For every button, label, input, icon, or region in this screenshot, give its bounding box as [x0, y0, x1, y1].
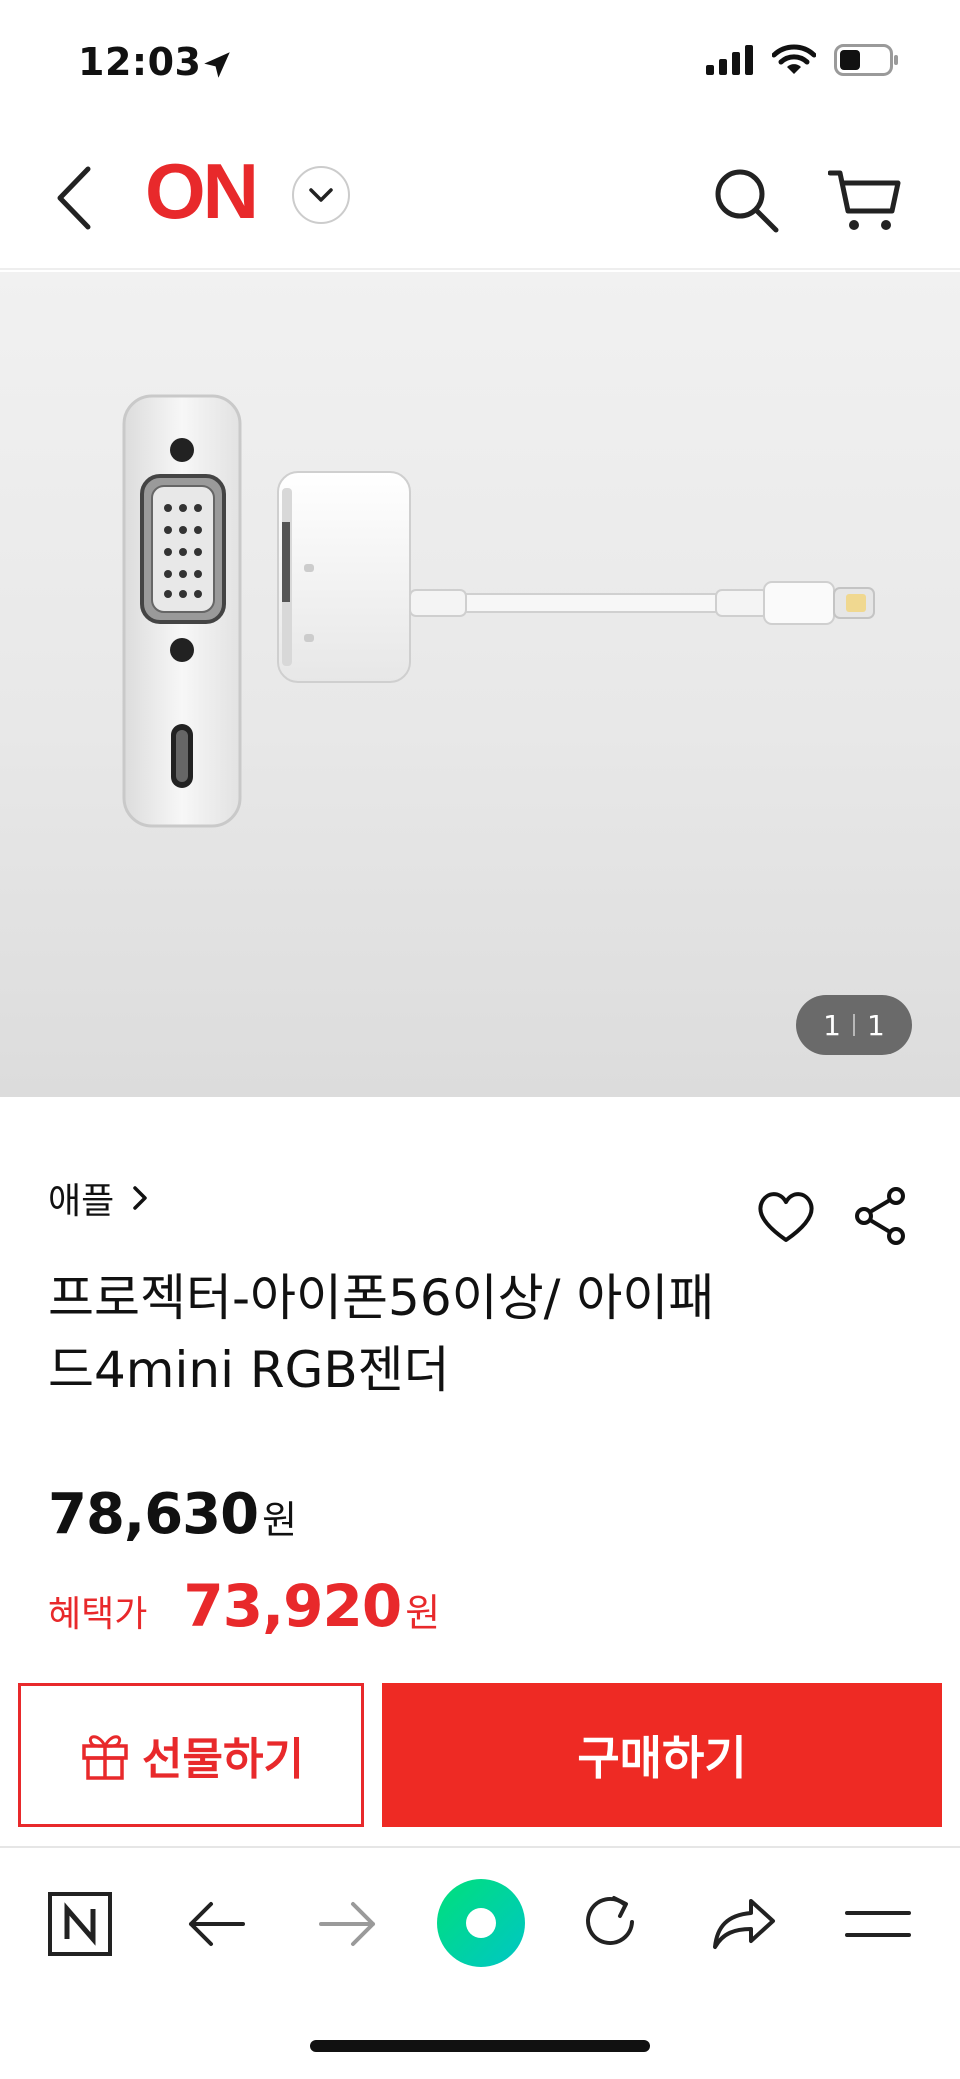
reload-button[interactable] — [572, 1886, 648, 1962]
browser-toolbar — [0, 1846, 960, 1996]
status-bar: 12:03 — [0, 0, 960, 130]
brand-link[interactable]: 애플 — [48, 1172, 148, 1224]
share-page-button[interactable] — [706, 1886, 782, 1962]
mall-switch-button[interactable] — [292, 166, 350, 224]
wifi-icon — [772, 44, 816, 74]
image-counter-current: 1 — [823, 1008, 841, 1042]
benefit-price: 혜택가 73,920 원 — [48, 1572, 440, 1640]
menu-icon — [845, 1911, 911, 1937]
reload-icon — [586, 1896, 634, 1945]
image-counter-separator — [853, 1014, 855, 1036]
original-price-unit: 원 — [262, 1498, 298, 1542]
app-header: ON — [0, 130, 960, 270]
product-image-gallery[interactable]: 1 1 — [0, 272, 960, 1097]
product-title: 프로젝터-아이폰56이상/ 아이패드4mini RGB젠더 — [48, 1269, 715, 1399]
naver-home-button[interactable] — [42, 1886, 118, 1962]
back-button[interactable] — [44, 158, 104, 238]
chevron-right-icon — [133, 1186, 147, 1210]
share-icon[interactable] — [852, 1186, 908, 1246]
home-indicator[interactable] — [310, 2040, 650, 2052]
share-arrow-icon — [713, 1899, 775, 1949]
cart-icon — [828, 170, 901, 230]
location-icon — [204, 52, 230, 78]
status-time: 12:03 — [78, 40, 202, 84]
brand-name: 애플 — [48, 1181, 115, 1222]
browser-menu-button[interactable] — [840, 1886, 916, 1962]
search-button[interactable] — [706, 160, 786, 240]
back-arrow-icon — [189, 1902, 245, 1946]
back-icon — [57, 166, 91, 230]
benefit-price-unit: 원 — [405, 1591, 441, 1635]
image-counter: 1 1 — [796, 995, 912, 1055]
cart-button[interactable] — [820, 160, 910, 240]
battery-icon — [834, 44, 898, 76]
status-indicators — [706, 44, 900, 76]
product-image — [122, 394, 875, 828]
benefit-price-value: 73,920 — [183, 1572, 402, 1640]
green-dot-icon — [437, 1879, 525, 1967]
gift-icon — [82, 1735, 128, 1780]
original-price-value: 78,630 — [48, 1482, 259, 1547]
search-icon — [715, 169, 779, 233]
buy-button-label: 구매하기 — [577, 1731, 747, 1785]
image-counter-total: 1 — [867, 1008, 885, 1042]
signal-icon — [706, 45, 753, 75]
benefit-price-label: 혜택가 — [48, 1594, 148, 1635]
gift-button[interactable]: 선물하기 — [18, 1683, 364, 1827]
buy-button[interactable]: 구매하기 — [382, 1683, 942, 1827]
green-dot-button[interactable] — [436, 1878, 526, 1968]
heart-icon[interactable] — [756, 1188, 816, 1244]
original-price: 78,630 원 — [48, 1482, 297, 1547]
forward-arrow-icon — [319, 1902, 375, 1946]
on-logo[interactable]: ON — [145, 152, 259, 230]
gift-button-label: 선물하기 — [142, 1734, 304, 1785]
naver-n-icon — [48, 1892, 112, 1956]
browser-forward-button[interactable] — [310, 1886, 386, 1962]
chevron-down-icon — [309, 188, 333, 202]
browser-back-button[interactable] — [178, 1886, 254, 1962]
